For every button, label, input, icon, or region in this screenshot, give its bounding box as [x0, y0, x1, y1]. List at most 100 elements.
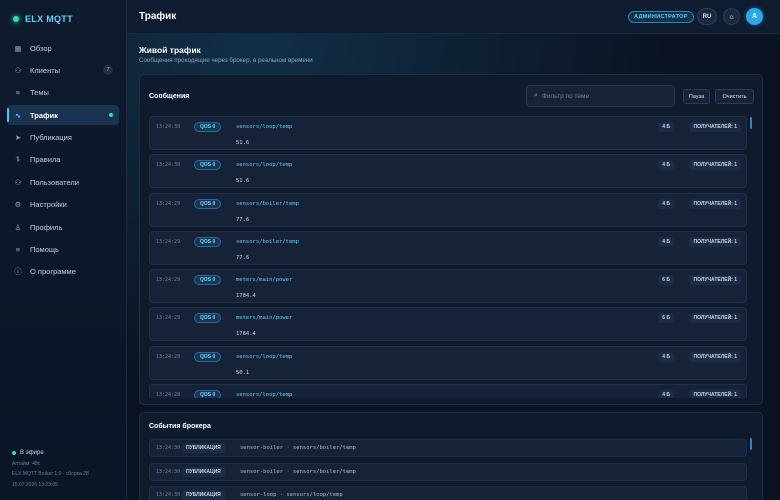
receivers-badge: ПОЛУЧАТЕЛЕЙ: 1 [689, 198, 741, 209]
message-payload: 77.6 [236, 216, 250, 223]
qos-badge: QOS 0 [194, 313, 222, 324]
sidebar-item-label: Темы [30, 88, 49, 98]
qos-badge: QOS 0 [194, 198, 222, 209]
sidebar-item-label: Публикация [30, 133, 72, 143]
sun-icon: ☼ [727, 12, 736, 21]
pause-button[interactable]: Пауза [683, 89, 710, 104]
receivers-badge: ПОЛУЧАТЕЛЕЙ: 1 [689, 313, 741, 324]
theme-toggle-button[interactable]: ☼ [723, 8, 740, 25]
overview-icon: ▦ [14, 43, 22, 53]
sidebar-item-label: Правила [30, 155, 61, 165]
sidebar-item-5[interactable]: ⥮ Правила [7, 150, 119, 170]
receivers-badge: ПОЛУЧАТЕЛЕЙ: 1 [689, 236, 741, 247]
avatar[interactable]: A [746, 8, 763, 25]
message-row[interactable]: 13:24:29 QOS 0 meters/main/power 1784.4 6 Б П… [149, 307, 747, 342]
sidebar-item-0[interactable]: ▦ Обзор [7, 38, 119, 58]
message-time: 13:24:30 [156, 124, 181, 130]
message-row[interactable]: 13:24:29 QOS 0 meters/main/power 1784.4 6 Б П… [149, 269, 747, 304]
events-title: События брокера [149, 423, 211, 430]
receivers-badge: ПОЛУЧАТЕЛЕЙ: 1 [689, 275, 741, 286]
sidebar-item-10[interactable]: ⓘ О программе [7, 262, 119, 282]
search-icon: ⌕ [534, 92, 538, 99]
rules-icon: ⥮ [15, 154, 21, 164]
event-detail: sensor-boiler · sensors/boiler/temp [240, 468, 356, 475]
brand[interactable]: ELX MQTT [13, 14, 73, 24]
sidebar-item-9[interactable]: ≡ Помощь [7, 240, 119, 260]
event-detail: sensor-boiler · sensors/boiler/temp [240, 445, 356, 451]
count-badge: 7 [103, 65, 113, 76]
gear-icon: ⚙ [14, 200, 22, 210]
qos-badge: QOS 0 [194, 236, 222, 247]
event-time: 13:24:30 [156, 468, 181, 475]
page-title: Трафик [139, 11, 177, 22]
message-payload: 1784.4 [236, 331, 256, 338]
sidebar-item-3[interactable]: ∿ Трафик [7, 105, 119, 126]
message-row[interactable]: 13:24:30 QOS 0 sensors/loop/temp 51.6 4 Б ПОЛ… [149, 154, 747, 189]
sidebar-item-label: Настройки [30, 200, 67, 210]
receivers-badge: ПОЛУЧАТЕЛЕЙ: 1 [689, 390, 741, 398]
event-time: 13:24:30 [156, 445, 181, 451]
message-topic: sensors/loop/temp [236, 124, 293, 130]
message-row[interactable]: 13:24:28 QOS 0 sensors/loop/temp 4 Б ПОЛУЧАТ… [149, 384, 747, 398]
sidebar-item-label: О программе [30, 267, 76, 277]
sidebar-item-label: Помощь [30, 245, 59, 255]
event-row[interactable]: 13:24:30 ПУБЛИКАЦИЯ sensor-loop · sensors/… [149, 486, 747, 500]
sidebar-item-7[interactable]: ⚙ Настройки [7, 195, 119, 215]
message-time: 13:24:29 [156, 315, 181, 322]
events-scrollbar[interactable] [750, 438, 752, 450]
sidebar-item-8[interactable]: ♙ Профиль [7, 217, 119, 237]
sidebar-item-1[interactable]: ⚇ Клиенты 7 [7, 60, 119, 80]
qos-badge: QOS 0 [194, 160, 222, 171]
message-time: 13:24:28 [156, 392, 181, 398]
help-icon: ≡ [15, 245, 21, 255]
message-payload: 51.6 [236, 178, 250, 185]
clear-button[interactable]: Очистить [715, 89, 754, 104]
topic-filter-input[interactable] [541, 92, 662, 100]
send-icon: ➤ [14, 133, 22, 143]
message-row[interactable]: 13:24:28 QOS 0 sensors/loop/temp 50.1 4 Б ПОЛ… [149, 345, 747, 380]
qos-badge: QOS 0 [194, 122, 222, 132]
message-time: 13:24:29 [156, 277, 181, 284]
message-row[interactable]: 13:24:30 QOS 0 sensors/loop/temp 51.6 4 Б ПОЛ… [149, 116, 747, 150]
message-time: 13:24:28 [156, 353, 181, 360]
message-topic: sensors/loop/temp [236, 162, 293, 169]
message-time: 13:24:30 [156, 162, 181, 169]
sidebar-item-4[interactable]: ➤ Публикация [7, 128, 119, 148]
message-payload: 1784.4 [236, 293, 256, 300]
event-row[interactable]: 13:24:30 ПУБЛИКАЦИЯ sensor-boiler · sensor… [149, 462, 747, 481]
event-row[interactable]: 13:24:30 ПУБЛИКАЦИЯ sensor-boiler · sensor… [149, 439, 747, 457]
topics-icon: ≡ [15, 88, 21, 98]
message-payload: 77.6 [236, 254, 250, 261]
message-time: 13:24:29 [156, 238, 181, 245]
topic-filter[interactable]: ⌕ [526, 85, 675, 107]
message-topic: sensors/boiler/temp [236, 238, 299, 245]
message-topic: meters/main/power [236, 315, 293, 322]
sidebar-item-2[interactable]: ≡ Темы [7, 83, 119, 103]
receivers-badge: ПОЛУЧАТЕЛЕЙ: 1 [689, 351, 741, 362]
messages-title: Сообщения [149, 93, 190, 100]
message-row[interactable]: 13:24:29 QOS 0 sensors/boiler/temp 77.6 4 Б П… [149, 192, 747, 227]
datetime: 15.07.2026 13:23:05 [12, 481, 58, 488]
message-time: 13:24:29 [156, 200, 181, 207]
info-icon: ⓘ [14, 267, 22, 277]
message-topic: sensors/boiler/temp [236, 200, 299, 207]
receivers-badge: ПОЛУЧАТЕЛЕЙ: 1 [689, 122, 741, 132]
size-badge: 4 Б [658, 236, 674, 247]
sidebar-item-6[interactable]: ⚇ Пользователи [7, 172, 119, 192]
size-badge: 4 Б [658, 160, 674, 171]
events-list[interactable]: 13:24:30 ПУБЛИКАЦИЯ sensor-boiler · sensor… [149, 439, 747, 500]
messages-card: Сообщения ⌕ Пауза Очистить 13:24:30 QOS 0… [139, 74, 763, 405]
event-detail: sensor-loop · sensors/loop/temp [240, 492, 343, 498]
messages-list[interactable]: 13:24:30 QOS 0 sensors/loop/temp 51.6 4 Б ПОЛ… [149, 116, 747, 398]
messages-scrollbar[interactable] [750, 117, 752, 129]
language-button[interactable]: RU [697, 8, 717, 25]
sidebar-item-label: Обзор [30, 43, 52, 53]
message-topic: sensors/loop/temp [236, 392, 293, 398]
message-row[interactable]: 13:24:29 QOS 0 sensors/boiler/temp 77.6 4 Б П… [149, 230, 747, 265]
version: ELX MQTT Broker 1.0 · сборка 28 [12, 471, 89, 477]
section-subtitle: Сообщения проходящие через брокер, в реа… [139, 57, 313, 64]
size-badge: 4 Б [658, 122, 674, 132]
section-title: Живой трафик [139, 45, 201, 55]
qos-badge: QOS 0 [194, 390, 222, 398]
sidebar-footer: В эфире Аптайм: 48с ELX MQTT Broker 1.0 … [12, 448, 89, 490]
